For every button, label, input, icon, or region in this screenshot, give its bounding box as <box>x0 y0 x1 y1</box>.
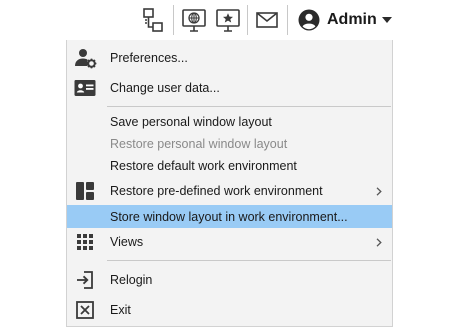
menu-item-label: Views <box>110 235 144 249</box>
menu-separator <box>107 106 391 107</box>
menu-item-label: Restore default work environment <box>110 159 297 173</box>
user-gear-icon <box>73 46 97 70</box>
exit-icon <box>73 298 97 322</box>
menu-item-restore-predefined-environment[interactable]: Restore pre-defined work environment <box>67 179 392 203</box>
caret-down-icon <box>382 17 392 24</box>
toolbar-separator <box>173 5 174 35</box>
chevron-right-icon <box>376 238 382 247</box>
menu-item-label: Change user data... <box>110 81 220 95</box>
relogin-icon <box>73 268 97 292</box>
monitor-star-icon[interactable] <box>213 5 243 35</box>
menu-item-label: Restore personal window layout <box>110 137 288 151</box>
menu-item-label: Exit <box>110 303 131 317</box>
network-icon[interactable] <box>138 5 168 35</box>
menu-item-restore-personal-layout: Restore personal window layout <box>67 132 392 156</box>
top-toolbar: Admin <box>0 0 460 40</box>
toolbar-separator <box>287 5 288 35</box>
user-dropdown-menu: Preferences... Change user data... Save … <box>66 40 393 327</box>
toolbar-separator <box>247 5 248 35</box>
mail-icon[interactable] <box>252 5 282 35</box>
menu-item-preferences[interactable]: Preferences... <box>67 46 392 70</box>
menu-item-label: Save personal window layout <box>110 115 272 129</box>
chevron-right-icon <box>376 187 382 196</box>
user-circle-icon <box>298 9 320 31</box>
id-card-icon <box>73 76 97 100</box>
menu-item-label: Relogin <box>110 273 153 287</box>
monitor-globe-icon[interactable] <box>179 5 209 35</box>
menu-separator <box>107 260 391 261</box>
layout-icon <box>73 179 97 203</box>
menu-item-relogin[interactable]: Relogin <box>67 268 392 292</box>
menu-item-change-user-data[interactable]: Change user data... <box>67 76 392 100</box>
menu-item-label: Preferences... <box>110 51 188 65</box>
menu-item-restore-default-environment[interactable]: Restore default work environment <box>67 154 392 178</box>
user-menu-button[interactable]: Admin <box>296 5 394 35</box>
grid-icon <box>73 230 97 254</box>
app-root: Admin Preferences... Change user data...… <box>0 0 460 328</box>
menu-item-views[interactable]: Views <box>67 230 392 254</box>
menu-item-store-layout-in-environment[interactable]: Store window layout in work environment.… <box>67 205 392 228</box>
menu-item-label: Store window layout in work environment.… <box>110 210 348 224</box>
username-label: Admin <box>327 11 377 28</box>
menu-item-exit[interactable]: Exit <box>67 298 392 322</box>
menu-item-label: Restore pre-defined work environment <box>110 184 323 198</box>
menu-item-save-personal-layout[interactable]: Save personal window layout <box>67 110 392 134</box>
